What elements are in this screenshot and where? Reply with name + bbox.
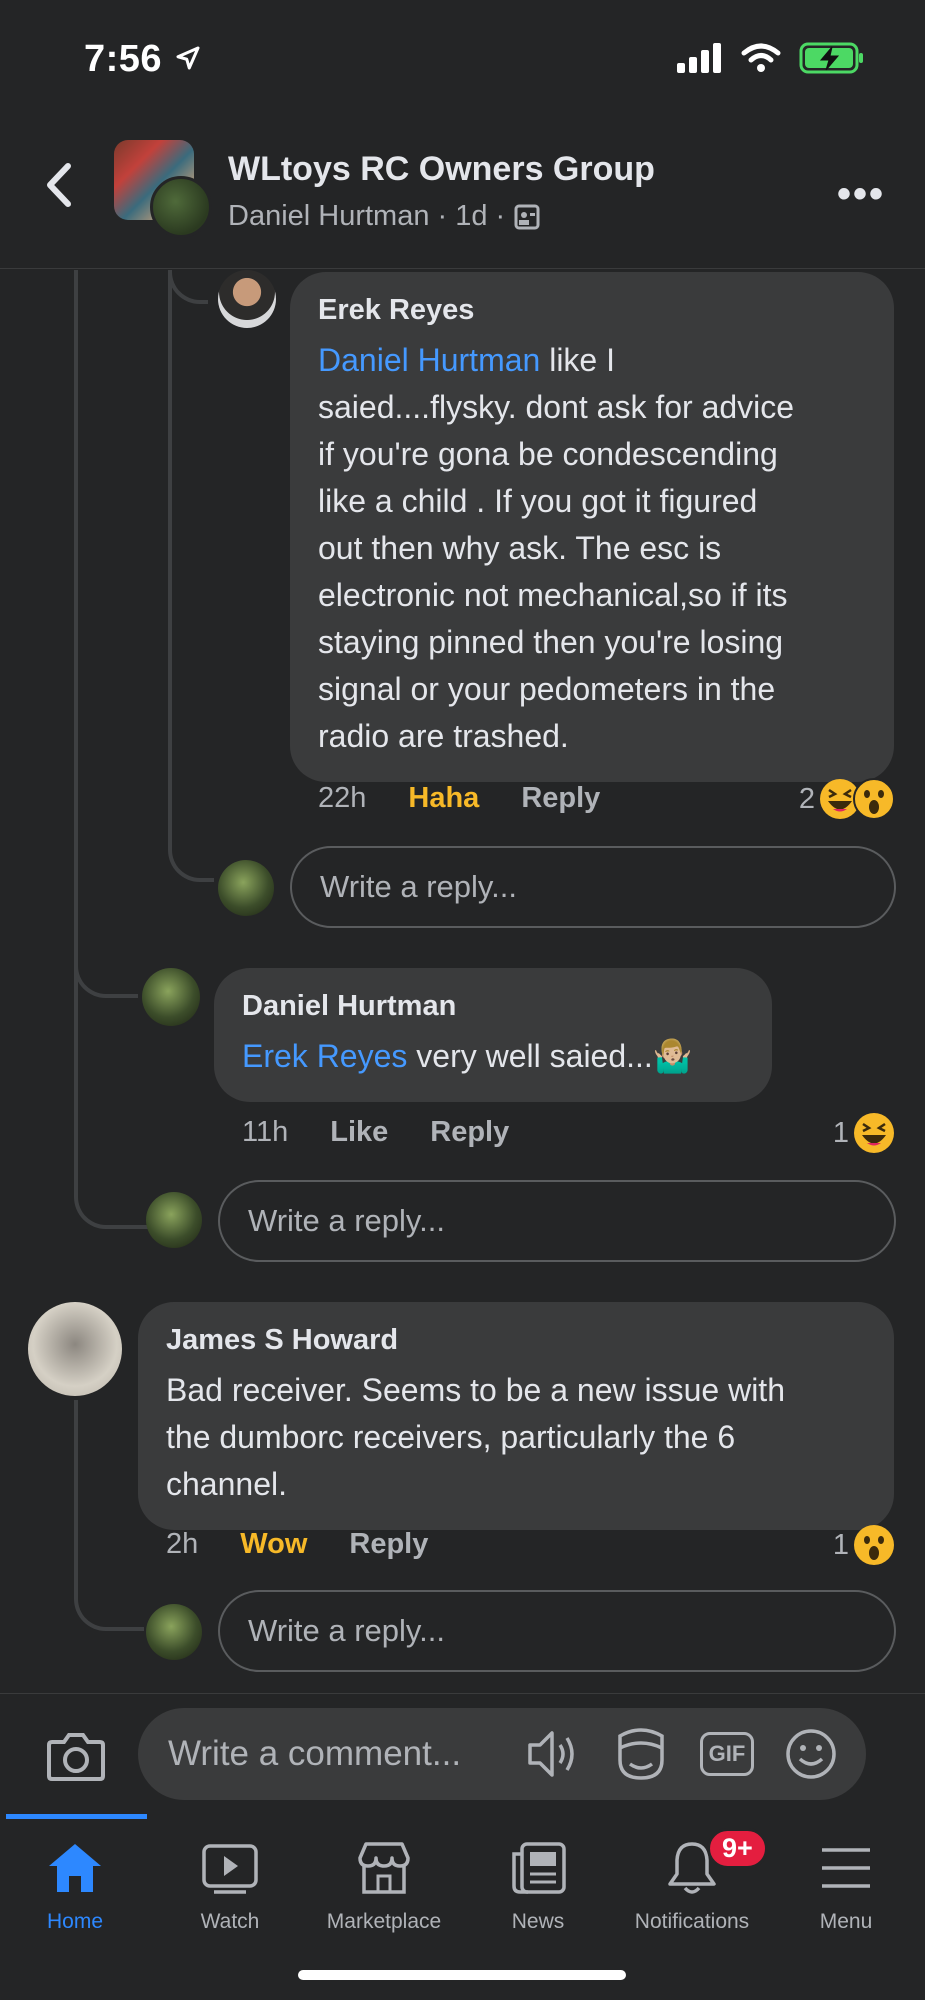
reaction-summary-daniel[interactable]: 1	[833, 1112, 895, 1154]
camera-icon[interactable]	[46, 1730, 106, 1782]
watch-icon	[202, 1844, 258, 1894]
haha-emoji-icon	[854, 1113, 894, 1153]
comment-bubble-erek[interactable]: Erek Reyes Daniel Hurtman like I saied..…	[290, 272, 894, 782]
tab-watch[interactable]: Watch	[155, 1840, 305, 1934]
thread-line-james	[74, 1400, 78, 1585]
avatar-erek-reyes[interactable]	[218, 270, 276, 328]
wifi-icon	[741, 43, 781, 72]
group-title[interactable]: WLtoys RC Owners Group	[228, 150, 655, 189]
reaction-summary-erek[interactable]: 2	[799, 778, 895, 820]
comment-author[interactable]: Daniel Hurtman	[242, 990, 744, 1023]
reply-button[interactable]: Reply	[349, 1528, 428, 1561]
thread-line-inner	[168, 270, 172, 820]
thread-line-outer	[74, 270, 78, 1185]
comment-text: Erek Reyes very well saied...🤷🏼‍♂️	[242, 1038, 693, 1074]
mention-link[interactable]: Erek Reyes	[242, 1038, 407, 1074]
back-chevron-icon[interactable]	[40, 160, 76, 210]
active-tab-indicator	[6, 1814, 147, 1819]
thread-line-outer-end	[74, 1185, 148, 1229]
avatar-current-user[interactable]	[146, 1604, 202, 1660]
avatar-james-howard[interactable]	[28, 1302, 122, 1396]
comment-bubble-james[interactable]: James S Howard Bad receiver. Seems to be…	[138, 1302, 894, 1530]
location-arrow-icon	[176, 46, 200, 70]
thread-line-daniel-branch	[74, 950, 138, 998]
wow-emoji-icon	[854, 1525, 894, 1565]
reply-button[interactable]: Reply	[521, 782, 600, 815]
avatar-daniel-hurtman[interactable]	[142, 968, 200, 1026]
composer-icons: GIF	[526, 1726, 838, 1782]
emoji-icon[interactable]	[784, 1727, 838, 1781]
thread-line-erek-branch	[168, 270, 208, 304]
tab-menu[interactable]: Menu	[771, 1840, 921, 1934]
comment-author[interactable]: Erek Reyes	[318, 294, 866, 327]
signal-icon	[677, 43, 721, 73]
menu-icon	[822, 1848, 870, 1888]
status-time: 7:56	[84, 38, 203, 81]
comment-actions-daniel: 11h Like Reply	[242, 1116, 509, 1149]
reply-button[interactable]: Reply	[430, 1116, 509, 1149]
reaction-count: 1	[832, 1528, 849, 1561]
reaction-count: 2	[798, 782, 815, 815]
reply-input[interactable]: Write a reply...	[218, 1590, 896, 1672]
thread-line-inner-end	[168, 820, 214, 882]
thread-line-james-end	[74, 1585, 144, 1631]
avatar-sticker-icon[interactable]	[612, 1726, 670, 1782]
reaction-summary-james[interactable]: 1	[833, 1524, 895, 1566]
comment-actions-james: 2h Wow Reply	[166, 1528, 428, 1561]
battery-charging-icon	[799, 42, 863, 74]
header-divider	[0, 268, 925, 269]
news-icon	[512, 1842, 566, 1894]
wow-emoji-icon	[853, 778, 895, 820]
comment-placeholder: Write a comment...	[168, 1734, 462, 1773]
more-options-icon[interactable]: •••	[837, 172, 885, 217]
reply-input[interactable]: Write a reply...	[290, 846, 896, 928]
post-age: · 1d ·	[437, 200, 506, 232]
comment-text: Daniel Hurtman like I saied....flysky. d…	[318, 342, 795, 754]
comment-actions-erek: 22h Haha Reply	[318, 782, 600, 815]
reaction-wow-button[interactable]: Wow	[240, 1528, 307, 1561]
author-avatar[interactable]	[150, 176, 212, 238]
comment-bubble-daniel[interactable]: Daniel Hurtman Erek Reyes very well saie…	[214, 968, 772, 1102]
home-indicator	[298, 1970, 626, 1980]
comment-time: 2h	[166, 1528, 199, 1560]
comment-time: 11h	[242, 1116, 289, 1148]
marketplace-icon	[358, 1842, 410, 1894]
mention-link[interactable]: Daniel Hurtman	[318, 342, 540, 378]
voice-clip-icon[interactable]	[526, 1727, 582, 1781]
like-button[interactable]: Like	[330, 1116, 388, 1149]
avatar-current-user[interactable]	[218, 860, 274, 916]
tab-marketplace[interactable]: Marketplace	[309, 1840, 459, 1934]
avatar-current-user[interactable]	[146, 1192, 202, 1248]
post-author[interactable]: Daniel Hurtman	[228, 200, 429, 233]
reaction-count: 1	[832, 1116, 849, 1149]
status-icons	[677, 42, 865, 74]
comment-text: Bad receiver. Seems to be a new issue wi…	[166, 1372, 785, 1502]
comment-time: 22h	[318, 782, 367, 814]
group-privacy-icon	[514, 204, 540, 229]
notifications-badge: 9+	[707, 1828, 768, 1869]
gif-button[interactable]: GIF	[700, 1732, 754, 1776]
home-icon	[49, 1844, 101, 1892]
comment-input[interactable]: Write a comment... GIF	[138, 1708, 866, 1800]
reply-input[interactable]: Write a reply...	[218, 1180, 896, 1262]
comment-author[interactable]: James S Howard	[166, 1324, 866, 1357]
post-meta: Daniel Hurtman · 1d ·	[228, 200, 541, 233]
reaction-haha-button[interactable]: Haha	[408, 782, 479, 815]
tab-news[interactable]: News	[463, 1840, 613, 1934]
tab-home[interactable]: Home	[0, 1840, 150, 1934]
